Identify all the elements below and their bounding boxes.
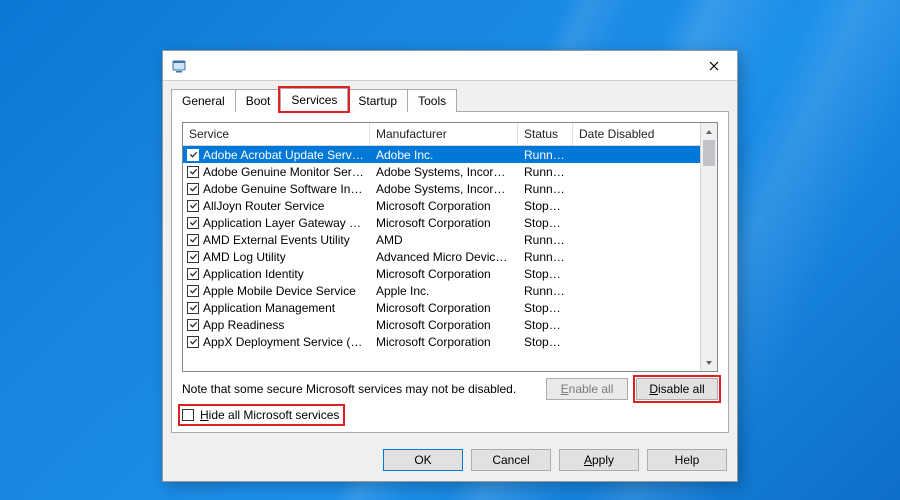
note-text: Note that some secure Microsoft services… — [182, 382, 516, 396]
service-manufacturer: Microsoft Corporation — [370, 216, 518, 230]
service-status: Running — [518, 148, 573, 162]
ok-button[interactable]: OK — [383, 449, 463, 471]
services-rows: Adobe Acrobat Update ServiceAdobe Inc.Ru… — [183, 146, 700, 371]
service-checkbox[interactable] — [187, 319, 199, 331]
service-checkbox[interactable] — [187, 251, 199, 263]
service-manufacturer: Microsoft Corporation — [370, 267, 518, 281]
service-manufacturer: Microsoft Corporation — [370, 301, 518, 315]
tabstrip: GeneralBootServicesStartupTools — [163, 81, 737, 111]
scroll-thumb[interactable] — [703, 140, 715, 166]
service-name: Application Management — [203, 301, 335, 315]
table-row[interactable]: Adobe Genuine Software Integri... Adobe S… — [183, 180, 700, 197]
enable-all-button[interactable]: Enable all — [546, 378, 628, 400]
service-name: Apple Mobile Device Service — [203, 284, 356, 298]
table-row[interactable]: AMD External Events Utility AMDRunning — [183, 231, 700, 248]
scroll-down-button[interactable] — [701, 354, 717, 371]
column-manufacturer[interactable]: Manufacturer — [370, 123, 518, 145]
service-checkbox[interactable] — [187, 285, 199, 297]
column-service[interactable]: Service — [183, 123, 370, 145]
disable-all-button[interactable]: Disable all — [636, 378, 718, 400]
service-status: Stopped — [518, 318, 573, 332]
service-checkbox[interactable] — [187, 234, 199, 246]
table-row[interactable]: AMD Log Utility Advanced Micro Devices, I… — [183, 248, 700, 265]
service-manufacturer: Adobe Systems, Incorpora... — [370, 182, 518, 196]
services-listbox: Service Manufacturer Status Date Disable… — [182, 122, 718, 372]
table-row[interactable]: Application Identity Microsoft Corporatio… — [183, 265, 700, 282]
service-name: Adobe Genuine Software Integri... — [203, 182, 364, 196]
service-name: AMD External Events Utility — [203, 233, 350, 247]
service-manufacturer: Adobe Inc. — [370, 148, 518, 162]
table-row[interactable]: Application Layer Gateway Service Microso… — [183, 214, 700, 231]
tab-general[interactable]: General — [171, 89, 236, 112]
table-row[interactable]: AllJoyn Router Service Microsoft Corporat… — [183, 197, 700, 214]
close-button[interactable] — [697, 55, 731, 77]
service-status: Stopped — [518, 335, 573, 349]
service-name: Application Layer Gateway Service — [203, 216, 364, 230]
service-manufacturer: AMD — [370, 233, 518, 247]
services-panel: Service Manufacturer Status Date Disable… — [171, 111, 729, 433]
table-row[interactable]: Apple Mobile Device Service Apple Inc.Run… — [183, 282, 700, 299]
service-checkbox[interactable] — [187, 336, 199, 348]
service-name: AllJoyn Router Service — [203, 199, 324, 213]
service-name: AppX Deployment Service (AppX... — [203, 335, 364, 349]
service-status: Running — [518, 284, 573, 298]
titlebar — [163, 51, 737, 81]
column-status[interactable]: Status — [518, 123, 573, 145]
msconfig-window: GeneralBootServicesStartupTools Service … — [162, 50, 738, 482]
msconfig-icon — [171, 58, 187, 74]
column-date-disabled[interactable]: Date Disabled — [573, 123, 700, 145]
service-name: Adobe Acrobat Update Service — [203, 148, 364, 162]
tab-boot[interactable]: Boot — [235, 89, 282, 112]
service-status: Stopped — [518, 216, 573, 230]
service-manufacturer: Advanced Micro Devices, I... — [370, 250, 518, 264]
service-status: Stopped — [518, 199, 573, 213]
service-checkbox[interactable] — [187, 268, 199, 280]
hide-ms-services-checkbox[interactable] — [182, 409, 194, 421]
table-row[interactable]: App Readiness Microsoft CorporationStoppe… — [183, 316, 700, 333]
service-status: Stopped — [518, 301, 573, 315]
help-button[interactable]: Help — [647, 449, 727, 471]
scroll-up-button[interactable] — [701, 123, 717, 140]
apply-button[interactable]: Apply — [559, 449, 639, 471]
service-status: Running — [518, 233, 573, 247]
table-row[interactable]: AppX Deployment Service (AppX... Microsof… — [183, 333, 700, 350]
service-checkbox[interactable] — [187, 149, 199, 161]
service-status: Running — [518, 250, 573, 264]
service-manufacturer: Microsoft Corporation — [370, 335, 518, 349]
cancel-button[interactable]: Cancel — [471, 449, 551, 471]
table-row[interactable]: Application Management Microsoft Corporat… — [183, 299, 700, 316]
list-header: Service Manufacturer Status Date Disable… — [183, 123, 700, 146]
service-name: Application Identity — [203, 267, 304, 281]
service-name: AMD Log Utility — [203, 250, 286, 264]
scrollbar-vertical[interactable] — [700, 123, 717, 371]
service-checkbox[interactable] — [187, 217, 199, 229]
dialog-footer: OK Cancel Apply Help — [163, 441, 737, 481]
service-checkbox[interactable] — [187, 166, 199, 178]
hide-ms-services-label[interactable]: Hide all Microsoft services — [200, 408, 339, 422]
service-status: Stopped — [518, 267, 573, 281]
table-row[interactable]: Adobe Acrobat Update Service Adobe Inc.Ru… — [183, 146, 700, 163]
service-checkbox[interactable] — [187, 302, 199, 314]
tab-tools[interactable]: Tools — [407, 89, 457, 112]
service-manufacturer: Adobe Systems, Incorpora... — [370, 165, 518, 179]
service-name: Adobe Genuine Monitor Service — [203, 165, 364, 179]
service-status: Running — [518, 165, 573, 179]
service-checkbox[interactable] — [187, 183, 199, 195]
scroll-track[interactable] — [701, 140, 717, 354]
service-checkbox[interactable] — [187, 200, 199, 212]
service-status: Running — [518, 182, 573, 196]
service-manufacturer: Apple Inc. — [370, 284, 518, 298]
service-name: App Readiness — [203, 318, 284, 332]
tab-startup[interactable]: Startup — [347, 89, 408, 112]
table-row[interactable]: Adobe Genuine Monitor Service Adobe Syste… — [183, 163, 700, 180]
tab-services[interactable]: Services — [280, 88, 348, 112]
service-manufacturer: Microsoft Corporation — [370, 199, 518, 213]
service-manufacturer: Microsoft Corporation — [370, 318, 518, 332]
